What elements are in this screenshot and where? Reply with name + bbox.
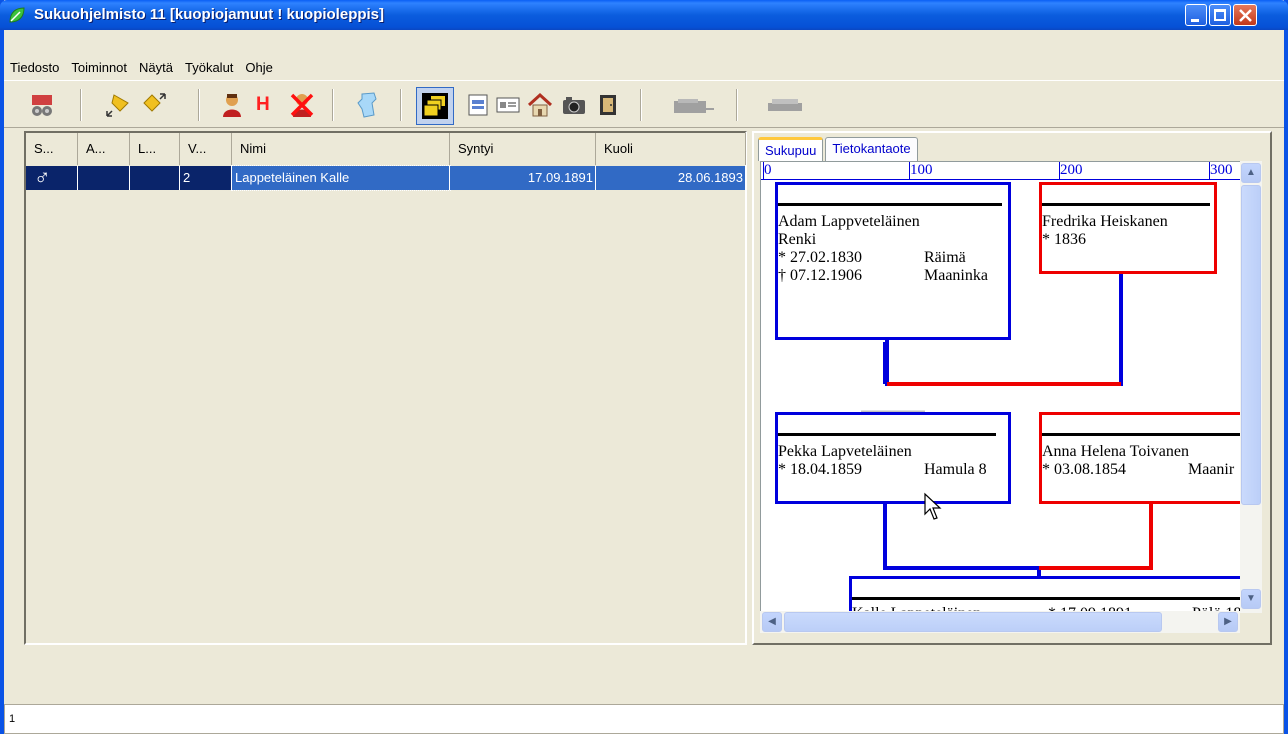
toolbar-separator — [400, 89, 402, 121]
toolbar-separator — [198, 89, 200, 121]
person-list-panel: S... A... L... V... Nimi Syntyi Kuoli ♂ … — [24, 131, 747, 645]
list-header: S... A... L... V... Nimi Syntyi Kuoli — [26, 133, 746, 165]
maximize-button[interactable] — [1209, 4, 1231, 26]
scroll-right-button[interactable]: ▶ — [1218, 612, 1238, 632]
box-divider — [1042, 203, 1210, 206]
toolbar-separator — [80, 89, 82, 121]
death-place: Maaninka — [924, 267, 988, 284]
person-name: Anna Helena Toivanen — [1042, 443, 1189, 460]
delete-person-icon[interactable] — [288, 91, 316, 119]
tab-sukupuu[interactable]: Sukupuu — [758, 137, 824, 161]
menu-nayta[interactable]: Näytä — [133, 60, 179, 75]
tree-canvas[interactable]: 0 100 200 300 Adam Lappveteläinen Renki … — [760, 161, 1244, 613]
mouse-cursor-icon — [924, 492, 942, 520]
birth-date: * 1836 — [1042, 231, 1086, 248]
col-header-l[interactable]: L... — [130, 133, 180, 165]
house-icon[interactable] — [526, 91, 554, 119]
vertical-scrollbar[interactable]: ▲ ▼ — [1240, 161, 1262, 613]
arrow-pin-down-icon[interactable] — [104, 91, 132, 119]
vertical-scroll-thumb[interactable] — [1241, 185, 1261, 505]
person-box-fredrika[interactable]: Fredrika Heiskanen * 1836 — [1039, 182, 1217, 274]
birth-place: Maanir — [1188, 461, 1235, 478]
menu-toiminnot[interactable]: Toiminnot — [65, 60, 133, 75]
close-button[interactable] — [1233, 4, 1257, 26]
col-header-s[interactable]: S... — [26, 133, 78, 165]
death-date: † 07.12.1906 — [778, 267, 862, 284]
menu-tiedosto[interactable]: Tiedosto — [4, 60, 65, 75]
menu-tyokalut[interactable]: Työkalut — [179, 60, 239, 75]
box-divider — [1042, 433, 1243, 436]
person-name: Fredrika Heiskanen — [1042, 213, 1168, 230]
record-card-icon[interactable] — [464, 91, 492, 119]
scroll-left-button[interactable]: ◀ — [762, 612, 782, 632]
arrow-pin-up-icon[interactable] — [140, 91, 168, 119]
birth-place: Hamula 8 — [924, 461, 987, 478]
person-name: Adam Lappveteläinen — [778, 213, 920, 230]
app-leaf-icon — [9, 7, 25, 23]
cell-v: 2 — [180, 166, 232, 190]
scroll-down-button[interactable]: ▼ — [1241, 589, 1261, 609]
door-icon[interactable] — [594, 91, 622, 119]
status-text: 1 — [9, 713, 16, 725]
table-row[interactable]: ♂ 2 Lappeteläinen Kalle 17.09.1891 28.06… — [26, 165, 746, 191]
col-header-v[interactable]: V... — [180, 133, 232, 165]
toolbar-separator — [736, 89, 738, 121]
box-divider — [852, 597, 1243, 600]
birth-date: * 03.08.1854 — [1042, 461, 1126, 478]
cell-l — [130, 166, 180, 190]
toolbar-separator — [332, 89, 334, 121]
birth-place: Räimä — [924, 249, 966, 266]
birth-date: * 27.02.1830 — [778, 249, 862, 266]
horizontal-scrollbar[interactable]: ◀ ▶ — [760, 611, 1240, 633]
windows-icon — [422, 93, 448, 119]
male-icon: ♂ — [26, 166, 78, 190]
title-bar[interactable]: Sukuohjelmisto 11 [kuopiojamuut ! kuopio… — [0, 0, 1288, 30]
h-marker-icon[interactable]: H — [256, 94, 270, 116]
person-box-pekka[interactable]: Pekka Lapveteläinen * 18.04.1859 Hamula … — [775, 412, 1011, 504]
person-icon[interactable] — [218, 91, 246, 119]
tree-tabs: Sukupuu Tietokantaote — [758, 137, 918, 161]
id-card-icon[interactable] — [494, 91, 522, 119]
col-header-nimi[interactable]: Nimi — [232, 133, 450, 165]
col-header-syntyi[interactable]: Syntyi — [450, 133, 596, 165]
menu-ohje[interactable]: Ohje — [239, 60, 278, 75]
person-name: Pekka Lapveteläinen — [778, 443, 912, 460]
map-icon[interactable] — [354, 91, 382, 119]
gray-edit-icon[interactable] — [764, 91, 808, 119]
window-title: Sukuohjelmisto 11 [kuopiojamuut ! kuopio… — [34, 6, 385, 23]
family-tree-panel: Sukupuu Tietokantaote 0 100 200 300 Adam… — [752, 131, 1272, 645]
cell-name: Lappeteläinen Kalle — [231, 165, 451, 191]
col-header-a[interactable]: A... — [78, 133, 130, 165]
toolbar-separator — [640, 89, 642, 121]
status-bar: 1 — [4, 704, 1284, 734]
scroll-up-button[interactable]: ▲ — [1241, 163, 1261, 183]
person-box-kalle[interactable]: Kalle Lappeteläinen * 17.09.1891 Pölö 18 — [849, 576, 1243, 612]
cell-died: 28.06.1893 — [596, 166, 746, 190]
col-header-kuoli[interactable]: Kuoli — [596, 133, 746, 165]
box-divider — [778, 433, 996, 436]
cell-born: 17.09.1891 — [450, 166, 596, 190]
binoculars-icon[interactable] — [28, 91, 56, 119]
menu-bar: Tiedosto Toiminnot Näytä Työkalut Ohje — [4, 56, 1284, 78]
camera-icon[interactable] — [560, 91, 588, 119]
windows-button[interactable] — [416, 87, 454, 125]
person-box-adam[interactable]: Adam Lappveteläinen Renki * 27.02.1830 R… — [775, 182, 1011, 340]
birth-date: * 18.04.1859 — [778, 461, 862, 478]
close-icon — [1239, 9, 1252, 22]
person-box-anna[interactable]: Anna Helena Toivanen * 03.08.1854 Maanir — [1039, 412, 1243, 504]
person-occupation: Renki — [778, 231, 817, 248]
box-divider — [778, 203, 1002, 206]
cell-a — [78, 166, 130, 190]
gray-add-icon[interactable] — [672, 91, 716, 119]
toolbar: H — [4, 80, 1284, 128]
minimize-button[interactable] — [1185, 4, 1207, 26]
tab-tietokantaote[interactable]: Tietokantaote — [825, 137, 918, 161]
horizontal-scroll-thumb[interactable] — [784, 612, 1162, 632]
